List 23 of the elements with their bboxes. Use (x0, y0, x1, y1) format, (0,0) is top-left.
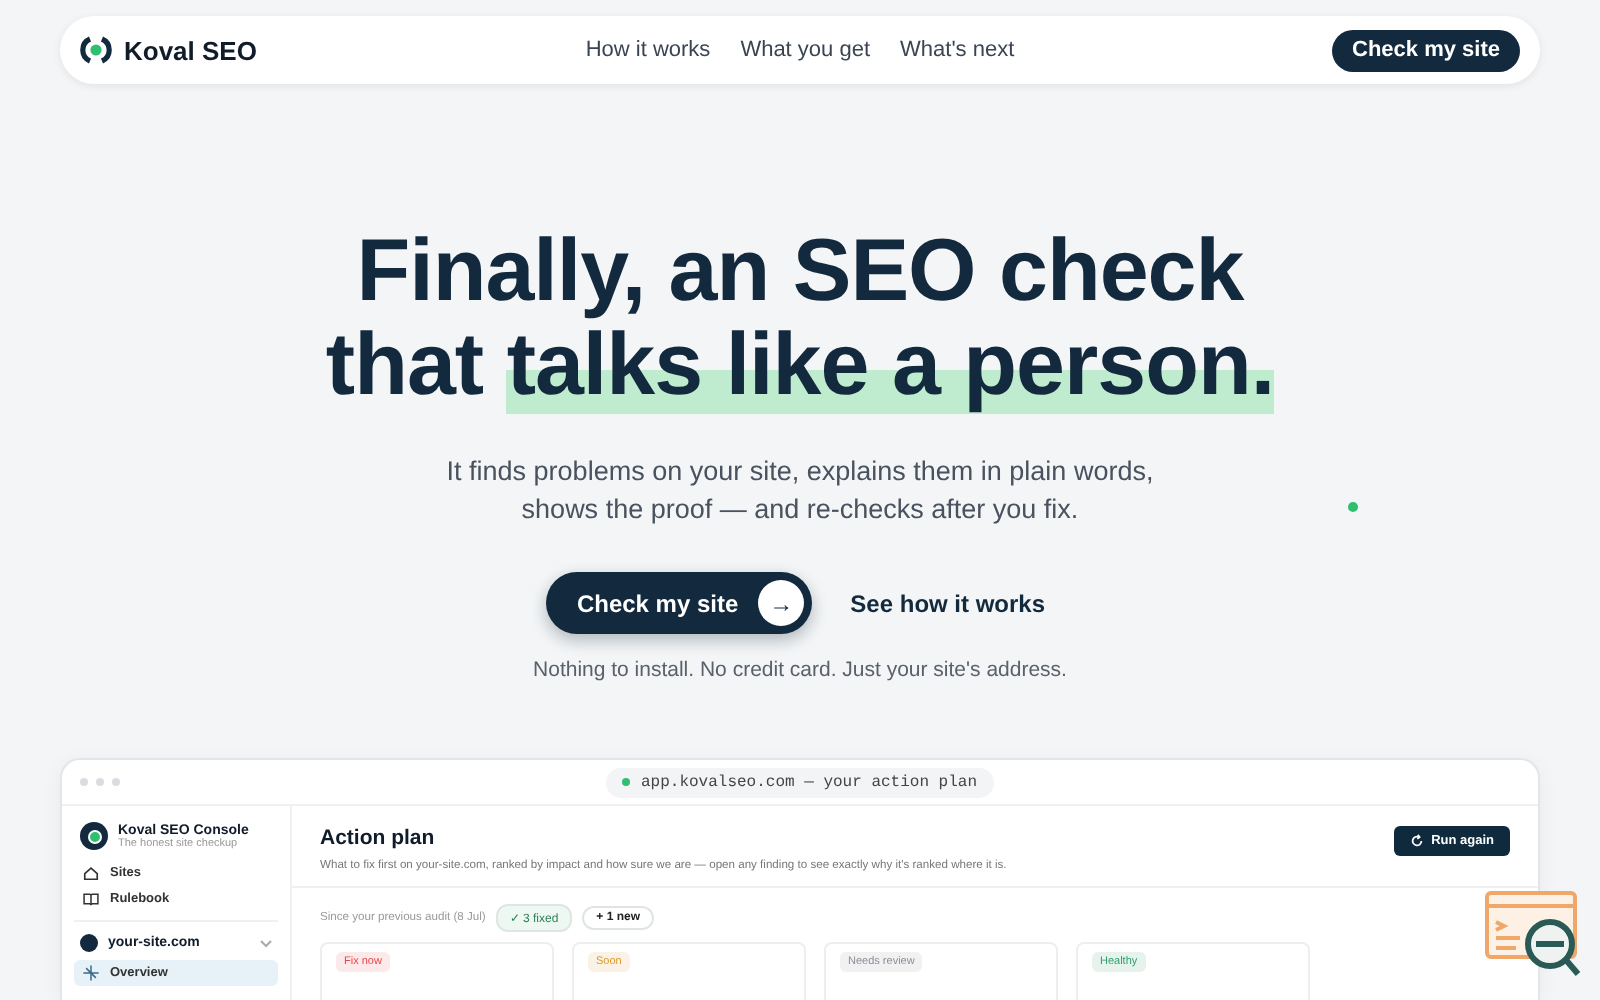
book-icon (82, 890, 100, 908)
hero-title: Finally, an SEO check that talks like a person. (325, 224, 1275, 412)
sparkle-icon (82, 964, 100, 982)
console-logo-icon (80, 822, 108, 850)
accent-dot (1348, 502, 1358, 512)
nav-link[interactable]: What you get (740, 38, 871, 62)
chevron-icon (260, 939, 272, 947)
nav-link[interactable]: What's next (900, 38, 1015, 62)
site-avatar-icon (80, 934, 98, 952)
nav-link[interactable]: How it works (585, 38, 711, 62)
refresh-icon (1409, 834, 1424, 848)
hero-note: Nothing to install. No credit card. Just your site's address. (533, 658, 1067, 682)
how-it-works-link[interactable]: See how it works (842, 589, 1054, 617)
page-title: Action plan (320, 826, 437, 850)
brand-name: Koval SEO (124, 35, 257, 65)
home-icon (82, 864, 100, 882)
check-site-button[interactable]: Check my site (1332, 29, 1520, 71)
hero-subtitle: It finds problems on your site, explains them in plain words, shows the proof — and re-checks after you fix. (446, 454, 1154, 528)
check-site-button[interactable]: Check my site → (546, 572, 813, 634)
logo-icon (80, 34, 112, 66)
status-dot (622, 778, 631, 786)
search-widget-icon[interactable] (1484, 890, 1584, 982)
url-bar: app.kovalseo.com — your action plan (606, 767, 994, 797)
